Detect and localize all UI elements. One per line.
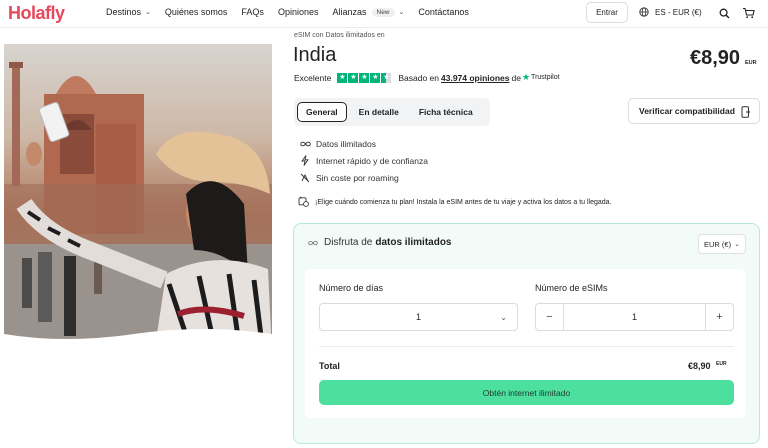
chevron-down-icon: ⌄ bbox=[398, 9, 405, 16]
nav-faqs[interactable]: FAQs bbox=[241, 7, 264, 17]
panel-title-prefix: Disfruta de bbox=[324, 237, 373, 248]
purchase-panel: Disfruta de datos ilimitados EUR (€) ⌄ N… bbox=[293, 223, 760, 444]
rating-word: Excelente bbox=[294, 72, 332, 83]
trustpilot-label: Trustpilot bbox=[531, 74, 560, 81]
decrement-button[interactable]: − bbox=[536, 304, 564, 330]
nav-quienes-somos[interactable]: Quiénes somos bbox=[165, 7, 228, 17]
price-currency: EUR bbox=[745, 60, 757, 66]
language-selector[interactable]: ES - EUR (€) bbox=[639, 7, 702, 17]
nav-contactanos[interactable]: Contáctanos bbox=[418, 7, 469, 17]
globe-icon bbox=[639, 7, 649, 17]
currency-value: EUR (€) bbox=[704, 239, 732, 249]
holafly-logo[interactable]: Holafly bbox=[8, 3, 65, 24]
page-title: India bbox=[293, 44, 337, 66]
new-badge: New bbox=[371, 7, 395, 17]
lightning-icon bbox=[299, 155, 311, 166]
rating-stars: ★ ★ ★ ★ ★ bbox=[337, 72, 392, 83]
total-label: Total bbox=[319, 361, 340, 371]
notice-text: ¡Elige cuándo comienza tu plan! Instala … bbox=[315, 199, 612, 206]
chevron-down-icon: ⌄ bbox=[734, 241, 740, 248]
nav-quienes-label: Quiénes somos bbox=[164, 7, 228, 17]
esims-value: 1 bbox=[631, 312, 637, 322]
total-price: €8,90 bbox=[688, 361, 711, 371]
total-currency: EUR bbox=[716, 361, 727, 367]
nav-opiniones[interactable]: Opiniones bbox=[278, 7, 319, 17]
increment-button[interactable]: + bbox=[705, 304, 733, 330]
star-icon: ★ bbox=[337, 72, 348, 83]
infinity-icon bbox=[308, 240, 320, 246]
tab-general[interactable]: General bbox=[297, 102, 347, 122]
infinity-icon bbox=[299, 141, 311, 147]
feature-item: Sin coste por roaming bbox=[299, 169, 428, 186]
nav-destinos[interactable]: Destinos ⌄ bbox=[106, 7, 151, 17]
panel-title: Disfruta de datos ilimitados bbox=[308, 237, 451, 248]
nav-faqs-label: FAQs bbox=[241, 7, 264, 17]
star-icon: ★ bbox=[370, 72, 381, 83]
days-select[interactable]: 1 ⌄ bbox=[319, 303, 518, 331]
days-value: 1 bbox=[415, 312, 421, 322]
trustpilot-logo: ★ Trustpilot bbox=[522, 72, 560, 83]
rating-row: Excelente ★ ★ ★ ★ ★ Basado en 43.974 opi… bbox=[294, 72, 560, 83]
activation-notice: ¡Elige cuándo comienza tu plan! Instala … bbox=[298, 196, 612, 209]
feature-item: Datos ilimitados bbox=[299, 135, 428, 152]
feature-text: Datos ilimitados bbox=[316, 138, 376, 149]
nav-contactanos-label: Contáctanos bbox=[418, 7, 469, 17]
tab-en-detalle[interactable]: En detalle bbox=[351, 102, 407, 122]
currency-select[interactable]: EUR (€) ⌄ bbox=[698, 234, 746, 254]
reviews-prefix: Basado en bbox=[398, 72, 439, 83]
feature-text: Sin coste por roaming bbox=[316, 172, 399, 183]
hero-image bbox=[4, 44, 272, 354]
tab-ficha-tecnica[interactable]: Ficha técnica bbox=[411, 102, 481, 122]
main-nav: Destinos ⌄ Quiénes somos FAQs Opiniones … bbox=[106, 7, 483, 17]
trustpilot-star-icon: ★ bbox=[521, 72, 531, 82]
phone-check-icon bbox=[741, 106, 750, 118]
divider bbox=[319, 346, 734, 347]
plan-options-card: Número de días Número de eSIMs 1 ⌄ − 1 +… bbox=[305, 269, 746, 418]
top-navigation: Holafly Destinos ⌄ Quiénes somos FAQs Op… bbox=[0, 0, 768, 28]
nav-opiniones-label: Opiniones bbox=[277, 7, 319, 17]
feature-item: Internet rápido y de confianza bbox=[299, 152, 428, 169]
product-price: €8,90 bbox=[690, 47, 741, 69]
login-button[interactable]: Entrar bbox=[586, 2, 628, 23]
cart-icon[interactable] bbox=[741, 6, 755, 20]
language-label: ES - EUR (€) bbox=[655, 7, 702, 17]
hero-illustration bbox=[4, 62, 272, 354]
esims-stepper: − 1 + bbox=[535, 303, 734, 331]
get-internet-button[interactable]: Obtén internet ilimitado bbox=[319, 380, 734, 405]
chevron-down-icon: ⌄ bbox=[500, 313, 507, 322]
nav-alianzas[interactable]: Alianzas New ⌄ bbox=[332, 7, 404, 17]
feature-text: Internet rápido y de confianza bbox=[316, 155, 428, 166]
verify-label: Verificar compatibilidad bbox=[639, 106, 735, 116]
calendar-icon bbox=[298, 196, 310, 209]
reviews-link[interactable]: 43.974 opiniones bbox=[441, 73, 510, 83]
product-tabs: General En detalle Ficha técnica bbox=[294, 98, 490, 126]
no-roaming-icon bbox=[299, 173, 311, 183]
nav-destinos-label: Destinos bbox=[106, 7, 142, 17]
panel-title-highlight: datos ilimitados bbox=[375, 237, 452, 248]
search-icon[interactable] bbox=[717, 6, 731, 20]
half-star-icon: ★ bbox=[381, 72, 392, 83]
days-label: Número de días bbox=[319, 283, 384, 293]
nav-alianzas-label: Alianzas bbox=[332, 7, 367, 17]
product-subtitle: eSIM con Datos ilimitados en bbox=[294, 32, 385, 39]
esims-label: Número de eSIMs bbox=[535, 283, 608, 293]
verify-compatibility-button[interactable]: Verificar compatibilidad bbox=[628, 98, 760, 124]
feature-list: Datos ilimitados Internet rápido y de co… bbox=[299, 135, 428, 186]
chevron-down-icon: ⌄ bbox=[145, 9, 151, 16]
star-icon: ★ bbox=[348, 72, 359, 83]
reviews-suffix: de bbox=[511, 72, 521, 83]
star-icon: ★ bbox=[359, 72, 370, 83]
